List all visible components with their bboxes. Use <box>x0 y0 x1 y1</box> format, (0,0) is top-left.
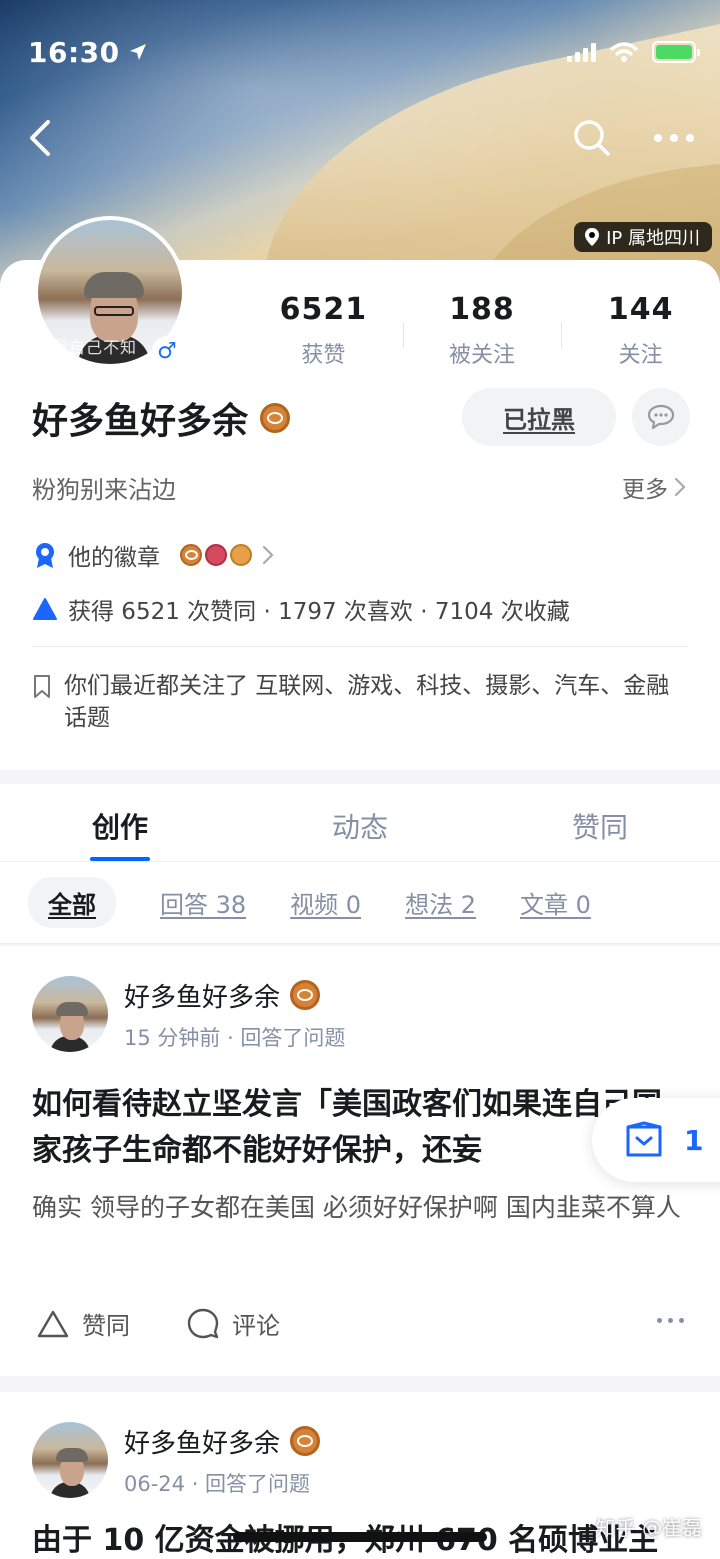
ip-location-badge: IP 属地四川 <box>574 222 712 252</box>
profile-name: 好多鱼好多余 <box>32 401 249 442</box>
filter-answers[interactable]: 回答 38 <box>160 885 246 920</box>
feed-title[interactable]: 如何看待赵立坚发言「美国政客们如果连自己国家孩子生命都不能好好保护，还妄 <box>32 1082 682 1174</box>
stat-followers-count: 188 <box>449 292 515 327</box>
more-link[interactable]: 更多 <box>622 470 686 504</box>
comment-icon <box>187 1308 219 1338</box>
location-arrow-icon <box>129 44 146 60</box>
inbox-icon <box>626 1121 662 1157</box>
medal-icon <box>290 1426 321 1456</box>
floating-count: 1 <box>684 1123 704 1157</box>
feed-more-icon[interactable] <box>657 1318 684 1323</box>
triangle-up-icon <box>33 598 57 620</box>
comment-button[interactable]: 评论 <box>186 1306 280 1341</box>
stat-following-label: 关注 <box>618 343 663 368</box>
feed-actions: 赞同 评论 <box>36 1306 280 1341</box>
filter-thoughts[interactable]: 想法 2 <box>405 885 476 920</box>
stat-likes-count: 6521 <box>279 292 368 327</box>
watermark: 知乎 @崔磊 <box>595 1516 702 1540</box>
ip-location-text: IP 属地四川 <box>606 228 700 249</box>
like-label: 赞同 <box>82 1312 130 1340</box>
author-name[interactable]: 好多鱼好多余 <box>124 977 280 1014</box>
badge-list <box>180 544 252 566</box>
feed-excerpt[interactable]: 确实 领导的子女都在美国 必须好好保护啊 国内韭菜不算人 <box>32 1188 682 1228</box>
tab-creation[interactable]: 创作 <box>0 784 240 861</box>
status-time: 16:30 <box>28 35 120 69</box>
badges-row[interactable]: 他的徽章 <box>32 538 274 572</box>
content-tabs: 创作 动态 赞同 <box>0 784 720 862</box>
author-name[interactable]: 好多鱼好多余 <box>124 1423 280 1460</box>
tab-activity[interactable]: 动态 <box>240 784 480 861</box>
message-button[interactable] <box>632 388 690 446</box>
profile-bio: 粉狗别来沾边 <box>32 476 176 504</box>
badges-label: 他的徽章 <box>68 545 160 571</box>
author-avatar[interactable] <box>32 1422 108 1498</box>
home-indicator[interactable] <box>233 1532 487 1542</box>
more-icon[interactable] <box>652 132 696 144</box>
stat-likes[interactable]: 6521 获赞 <box>244 292 403 369</box>
comment-label: 评论 <box>232 1312 280 1340</box>
location-pin-icon <box>585 228 600 246</box>
feed-header: 好多鱼好多余 15 分钟前 · 回答了问题 <box>32 976 345 1052</box>
divider <box>32 646 688 647</box>
common-topics: 你们最近都关注了 互联网、游戏、科技、摄影、汽车、金融 话题 <box>32 670 692 734</box>
chat-icon <box>647 404 675 430</box>
floating-inbox-button[interactable]: 1 <box>592 1098 720 1182</box>
tab-agreed[interactable]: 赞同 <box>480 784 720 861</box>
thumbs-badge-icon <box>205 544 227 566</box>
battery-icon <box>652 41 700 63</box>
chevron-right-icon <box>674 477 686 497</box>
like-button[interactable]: 赞同 <box>36 1306 130 1341</box>
medal-icon[interactable] <box>260 403 291 433</box>
stat-following-count: 144 <box>607 292 674 327</box>
user-badge-icon <box>230 544 252 566</box>
stat-followers-label: 被关注 <box>449 343 516 368</box>
agree-summary-row: 获得 6521 次赞同 · 1797 次喜欢 · 7104 次收藏 <box>32 592 570 626</box>
male-gender-icon: ♂ <box>152 336 182 366</box>
bookmark-icon <box>34 675 50 698</box>
wifi-icon <box>610 42 638 62</box>
search-icon[interactable] <box>572 118 612 158</box>
filter-all[interactable]: 全部 <box>28 877 116 928</box>
feed-meta: 06-24 · 回答了问题 <box>124 1471 311 1496</box>
profile-name-row: 好多鱼好多余 <box>32 392 291 444</box>
agree-summary: 获得 6521 次赞同 · 1797 次喜欢 · 7104 次收藏 <box>68 599 570 625</box>
filter-chips: 全部 回答 38 视频 0 想法 2 文章 0 <box>0 862 720 944</box>
stat-likes-label: 获赞 <box>301 343 346 368</box>
medal-icon <box>290 980 321 1010</box>
feed-header: 好多鱼好多余 06-24 · 回答了问题 <box>32 1422 321 1498</box>
blocked-button[interactable]: 已拉黑 <box>462 388 616 446</box>
badge-ribbon-icon <box>36 543 54 568</box>
medal-icon <box>180 544 202 566</box>
common-topics-text: 你们最近都关注了 互联网、游戏、科技、摄影、汽车、金融 话题 <box>64 673 670 731</box>
triangle-up-outline-icon <box>37 1310 69 1337</box>
signal-icon <box>567 42 596 62</box>
top-nav <box>26 110 696 166</box>
filter-videos[interactable]: 视频 0 <box>290 885 361 920</box>
feed-meta: 15 分钟前 · 回答了问题 <box>124 1025 346 1050</box>
back-icon[interactable] <box>26 118 56 158</box>
profile-stats: 6521 获赞 188 被关注 144 关注 <box>244 292 720 369</box>
avatar-watermark: 我自己不知 <box>52 338 138 357</box>
stat-following[interactable]: 144 关注 <box>561 292 720 369</box>
stat-followers[interactable]: 188 被关注 <box>402 292 562 369</box>
status-bar: 16:30 <box>28 34 700 70</box>
more-link-label: 更多 <box>622 477 668 503</box>
chevron-right-icon <box>262 545 274 565</box>
author-avatar[interactable] <box>32 976 108 1052</box>
filter-articles[interactable]: 文章 0 <box>520 885 591 920</box>
